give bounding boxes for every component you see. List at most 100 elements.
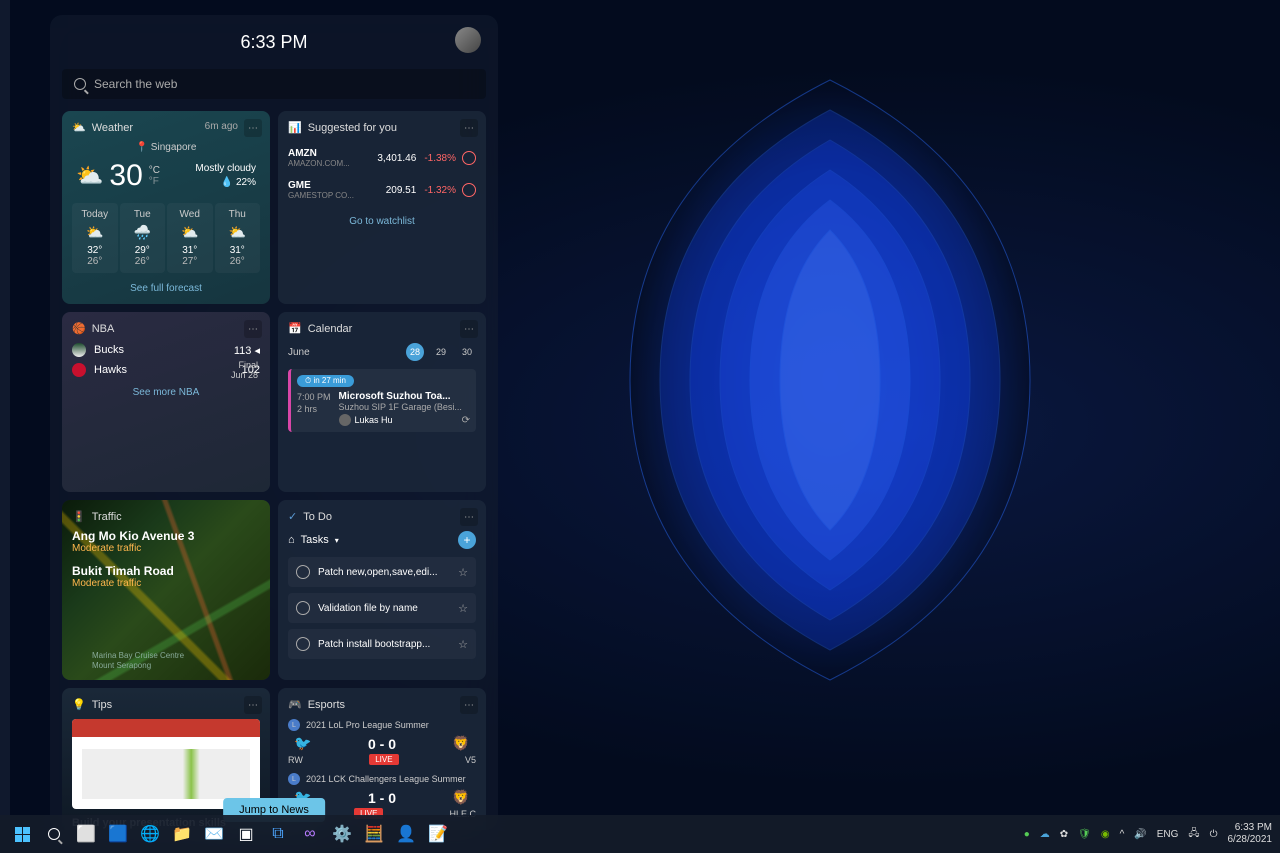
home-icon: ⌂ — [288, 534, 295, 546]
taskbar-clock[interactable]: 6:33 PM 6/28/2021 — [1228, 822, 1273, 846]
search-input[interactable]: Search the web — [62, 69, 486, 99]
forecast-day[interactable]: Tue🌧️29°26° — [120, 203, 166, 273]
search-icon — [74, 78, 86, 90]
stock-row[interactable]: GMEGAMESTOP CO...209.51-1.32% — [288, 174, 476, 206]
star-icon[interactable]: ☆ — [458, 638, 468, 651]
calendar-card[interactable]: 📅 Calendar ⋯ June 28 29 30 ⏱ in 27 min 7:00… — [278, 312, 486, 492]
terminal-icon[interactable]: ▣ — [232, 820, 260, 848]
mail-icon[interactable]: ✉️ — [200, 820, 228, 848]
task-checkbox[interactable] — [296, 601, 310, 615]
traffic-icon: 🚦 — [72, 510, 86, 523]
tray-volume-icon[interactable]: 🔊 — [1134, 829, 1146, 840]
watchlist-link[interactable]: Go to watchlist — [288, 216, 476, 227]
stock-row[interactable]: AMZNAMAZON.COM...3,401.46-1.38% — [288, 142, 476, 174]
todo-card[interactable]: ✓ To Do ⋯ ⌂ Tasks ▾ + Patch new,open,save… — [278, 500, 486, 680]
tray-nvidia-icon[interactable]: ◉ — [1101, 829, 1110, 840]
card-title: NBA — [92, 323, 115, 335]
tray-security-icon[interactable]: 🛡 — [1078, 829, 1091, 840]
calendar-day[interactable]: 29 — [432, 343, 450, 361]
esports-icon: 🎮 — [288, 698, 302, 711]
card-title: To Do — [303, 511, 332, 523]
tray-action-icon[interactable]: ⏻ — [1210, 829, 1218, 840]
route-status: Moderate traffic — [72, 543, 260, 554]
event-organizer: Lukas Hu — [355, 415, 393, 425]
card-title: Traffic — [92, 511, 122, 523]
card-title: Calendar — [308, 323, 353, 335]
calculator-icon[interactable]: 🧮 — [360, 820, 388, 848]
weather-now-icon: ⛅ — [76, 163, 103, 189]
event-title: Microsoft Suzhou Toa... — [339, 391, 462, 402]
traffic-card[interactable]: 🚦Traffic Ang Mo Kio Avenue 3Moderate tra… — [62, 500, 270, 680]
add-task-button[interactable]: + — [458, 531, 476, 549]
tray-onedrive-icon[interactable]: ☁ — [1040, 829, 1050, 840]
start-button[interactable] — [8, 820, 36, 848]
route-status: Moderate traffic — [72, 578, 260, 589]
more-icon[interactable]: ⋯ — [244, 119, 262, 137]
calendar-event[interactable]: ⏱ in 27 min 7:00 PM2 hrs Microsoft Suzho… — [288, 369, 476, 432]
star-icon[interactable]: ☆ — [458, 566, 468, 579]
card-title: Tips — [92, 699, 112, 711]
route-name: Ang Mo Kio Avenue 3 — [72, 529, 260, 543]
star-icon[interactable]: ☆ — [458, 602, 468, 615]
language-indicator[interactable]: ENG — [1157, 829, 1179, 840]
stocks-icon: 📊 — [288, 121, 302, 134]
weather-card[interactable]: ⛅Weather 6m ago ⋯ 📍 Singapore ⛅ 30 °C°F … — [62, 111, 270, 304]
more-icon[interactable]: ⋯ — [244, 320, 262, 338]
refresh-icon[interactable]: ⟳ — [462, 415, 470, 426]
nba-card[interactable]: 🏀NBA ⋯ Bucks113 ◂ Hawks102 FinalJun 28 S… — [62, 312, 270, 492]
nba-link[interactable]: See more NBA — [72, 387, 260, 398]
task-checkbox[interactable] — [296, 637, 310, 651]
card-title: Esports — [308, 699, 345, 711]
file-explorer-icon[interactable]: 📁 — [168, 820, 196, 848]
more-icon[interactable]: ⋯ — [460, 696, 478, 714]
app-icon[interactable]: 👤 — [392, 820, 420, 848]
notepad-icon[interactable]: 📝 — [424, 820, 452, 848]
tray-chevron-icon[interactable]: ^ — [1120, 829, 1125, 840]
event-location: Suzhou SIP 1F Garage (Besi... — [339, 402, 462, 412]
user-avatar[interactable] — [455, 27, 481, 53]
forecast-row: Today⛅32°26°Tue🌧️29°26°Wed⛅31°27°Thu⛅31°… — [72, 203, 260, 273]
card-title: Suggested for you — [308, 122, 397, 134]
more-icon[interactable]: ⋯ — [460, 320, 478, 338]
more-icon[interactable]: ⋯ — [460, 508, 478, 526]
forecast-day[interactable]: Wed⛅31°27° — [167, 203, 213, 273]
calendar-day[interactable]: 30 — [458, 343, 476, 361]
settings-icon[interactable]: ⚙️ — [328, 820, 356, 848]
widgets-button[interactable]: 🟦 — [104, 820, 132, 848]
calendar-month: June — [288, 347, 310, 358]
tray-wechat-icon[interactable]: ● — [1024, 829, 1030, 840]
taskbar: ⬜ 🟦 🌐 📁 ✉️ ▣ ⧉ ∞ ⚙️ 🧮 👤 📝 ● ☁ ✿ 🛡 ◉ ^ 🔊 … — [0, 815, 1280, 853]
forecast-day[interactable]: Thu⛅31°26° — [215, 203, 261, 273]
more-icon[interactable]: ⋯ — [244, 696, 262, 714]
weather-desc: Mostly cloudy — [195, 163, 256, 174]
search-button[interactable] — [40, 820, 68, 848]
tips-thumbnail — [72, 719, 260, 809]
tray-app-icon[interactable]: ✿ — [1060, 829, 1068, 840]
card-title: Weather — [92, 122, 133, 134]
calendar-icon: 📅 — [288, 322, 302, 335]
todo-icon: ✓ — [288, 510, 297, 523]
task-list-name[interactable]: Tasks — [301, 534, 329, 546]
tray-network-icon[interactable]: 🖧 — [1188, 826, 1199, 843]
widgets-panel: 6:33 PM Search the web ⛅Weather 6m ago ⋯… — [50, 15, 498, 830]
more-icon[interactable]: ⋯ — [460, 119, 478, 137]
weather-location: 📍 Singapore — [72, 142, 260, 153]
forecast-day[interactable]: Today⛅32°26° — [72, 203, 118, 273]
calendar-day[interactable]: 28 — [406, 343, 424, 361]
task-checkbox[interactable] — [296, 565, 310, 579]
visualstudio-icon[interactable]: ∞ — [296, 820, 324, 848]
weather-icon: ⛅ — [72, 121, 86, 134]
nba-icon: 🏀 — [72, 322, 86, 335]
forecast-link[interactable]: See full forecast — [72, 283, 260, 294]
chevron-down-icon: ▾ — [335, 536, 339, 545]
task-item[interactable]: Validation file by name☆ — [288, 593, 476, 623]
panel-time: 6:33 PM — [240, 32, 307, 53]
suggested-card[interactable]: 📊 Suggested for you ⋯ AMZNAMAZON.COM...3,… — [278, 111, 486, 304]
task-item[interactable]: Patch new,open,save,edi...☆ — [288, 557, 476, 587]
vscode-icon[interactable]: ⧉ — [264, 820, 292, 848]
task-item[interactable]: Patch install bootstrapp...☆ — [288, 629, 476, 659]
task-view-button[interactable]: ⬜ — [72, 820, 100, 848]
edge-icon[interactable]: 🌐 — [136, 820, 164, 848]
tips-icon: 💡 — [72, 698, 86, 711]
event-countdown: ⏱ in 27 min — [297, 375, 354, 387]
